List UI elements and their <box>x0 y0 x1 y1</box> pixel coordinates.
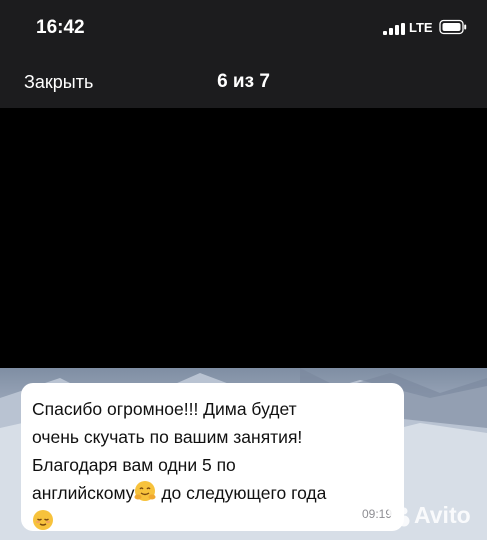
network-type: LTE <box>409 20 433 35</box>
battery-icon <box>439 19 467 35</box>
relieved-face-emoji <box>33 510 53 530</box>
message-bubble: Спасибо огромное!!! Дима будет очень скуч… <box>21 383 404 531</box>
message-line-4a: английскому <box>32 483 135 503</box>
avito-watermark: Avito <box>386 501 476 529</box>
message-line-3: Благодаря вам одни 5 по <box>32 455 236 475</box>
message-line-1: Спасибо огромное!!! Дима будет <box>32 399 297 419</box>
nav-bar: Закрыть 6 из 7 <box>0 56 487 108</box>
status-bar: 16:42 LTE <box>0 0 487 56</box>
message-line-4b: до следующего года <box>156 483 327 503</box>
signal-bars-icon <box>383 23 405 35</box>
status-time: 16:42 <box>36 17 85 38</box>
hugging-face-emoji <box>134 481 156 501</box>
photo-counter: 6 из 7 <box>217 71 270 92</box>
message-line-2: очень скучать по вашим занятия! <box>32 427 303 447</box>
avito-dots-icon <box>388 507 410 527</box>
photo-viewer[interactable]: Спасибо огромное!!! Дима будет очень скуч… <box>0 108 487 540</box>
message-text: Спасибо огромное!!! Дима будет очень скуч… <box>32 395 402 535</box>
watermark-text: Avito <box>414 502 471 528</box>
